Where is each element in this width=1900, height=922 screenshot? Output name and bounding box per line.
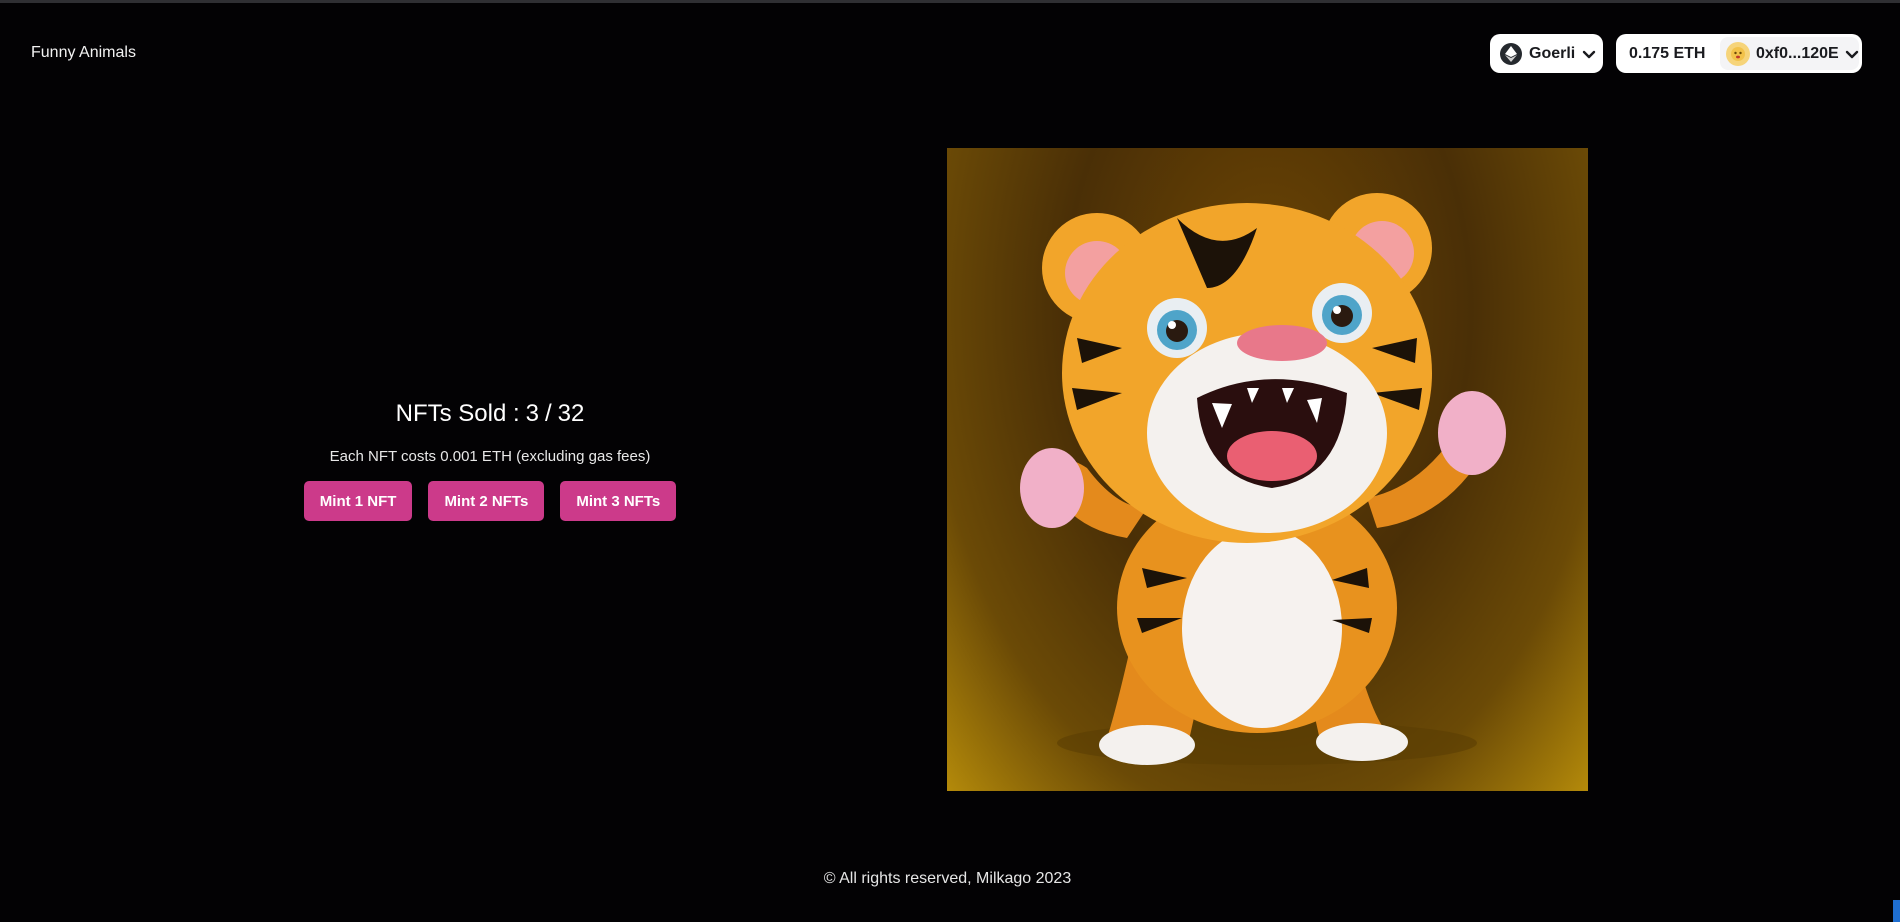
sold-label: NFTs Sold : xyxy=(395,400,520,427)
tiger-illustration xyxy=(1020,193,1506,765)
nft-preview-image xyxy=(947,148,1588,791)
account-button[interactable]: 0.175 ETH 0xf0...120E xyxy=(1616,34,1862,73)
site-title[interactable]: Funny Animals xyxy=(31,44,136,62)
mint-button-row: Mint 1 NFT Mint 2 NFTs Mint 3 NFTs xyxy=(303,481,677,521)
network-name: Goerli xyxy=(1529,44,1576,62)
footer-copyright: © All rights reserved, Milkago 2023 xyxy=(823,870,1072,887)
network-selector-button[interactable]: Goerli xyxy=(1490,34,1603,73)
window-top-edge xyxy=(0,0,1900,3)
mint-2-button[interactable]: Mint 2 NFTs xyxy=(428,481,545,521)
mint-panel: NFTs Sold : 3 / 32 Each NFT costs 0.001 … xyxy=(240,400,740,521)
sold-count: 3 xyxy=(525,400,539,427)
sold-separator: / xyxy=(545,400,552,427)
mint-1-button[interactable]: Mint 1 NFT xyxy=(303,481,413,521)
total-supply: 32 xyxy=(557,400,585,427)
chevron-down-icon xyxy=(1845,47,1859,61)
account-address: 0xf0...120E xyxy=(1756,44,1839,62)
price-note: Each NFT costs 0.001 ETH (excluding gas … xyxy=(329,448,651,465)
ethereum-icon xyxy=(1500,42,1522,65)
account-avatar-icon xyxy=(1726,41,1750,66)
chevron-down-icon xyxy=(1582,47,1596,61)
taskbar-corner-indicator xyxy=(1893,900,1900,922)
eth-balance: 0.175 ETH xyxy=(1629,44,1706,62)
nfts-sold-counter: NFTs Sold : 3 / 32 xyxy=(396,400,585,428)
account-address-pill[interactable]: 0xf0...120E xyxy=(1720,37,1859,70)
mint-3-button[interactable]: Mint 3 NFTs xyxy=(560,481,677,521)
